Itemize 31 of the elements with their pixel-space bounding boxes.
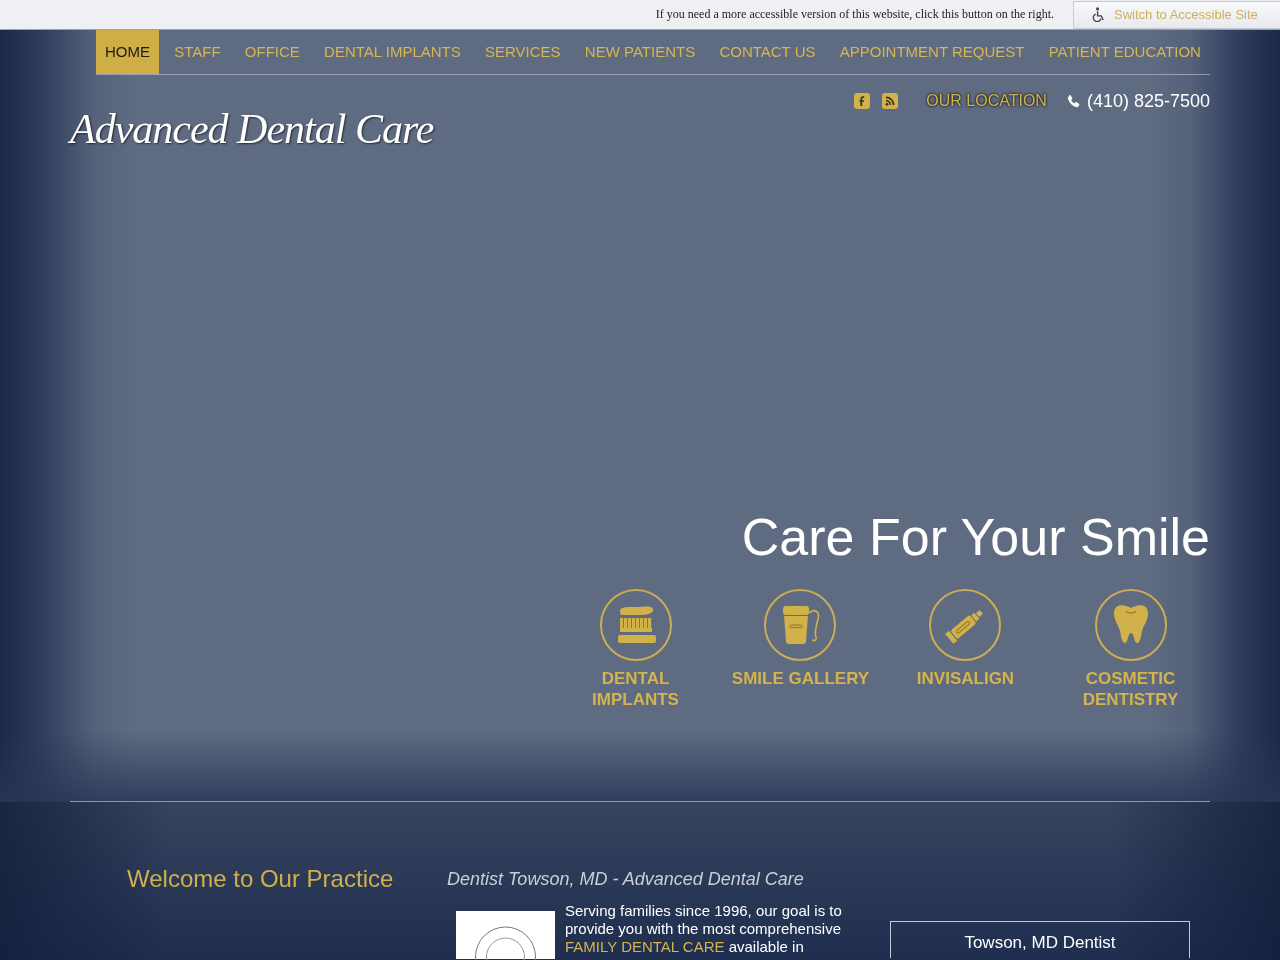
service-link[interactable]: DENTAL IMPLANTS xyxy=(560,589,711,710)
floss-container-icon xyxy=(764,589,837,661)
tooth-icon xyxy=(1094,589,1167,661)
nav-link[interactable]: STAFF xyxy=(165,30,230,74)
service-link[interactable]: COSMETIC DENTISTRY xyxy=(1055,589,1206,710)
nav-link[interactable]: APPOINTMENT REQUEST xyxy=(830,30,1034,74)
welcome-subheading: Dentist Towson, MD - Advanced Dental Care xyxy=(447,868,804,891)
phone-link[interactable]: (410) 825-7500 xyxy=(1065,90,1210,112)
toothpaste-tube-icon xyxy=(929,589,1002,661)
hero-title: Care For Your Smile xyxy=(741,508,1210,566)
panel-title: Towson, MD Dentist xyxy=(964,933,1116,953)
accessible-site-button[interactable]: Switch to Accessible Site xyxy=(1073,0,1280,29)
nav-link[interactable]: PATIENT EDUCATION xyxy=(1039,30,1210,74)
facebook-icon[interactable] xyxy=(854,93,871,109)
location-link[interactable]: OUR LOCATION xyxy=(926,92,1047,110)
welcome-heading: Welcome to Our Practice xyxy=(126,866,394,892)
nav-link[interactable]: HOME xyxy=(96,30,159,74)
nav-link[interactable]: SERVICES xyxy=(476,30,570,74)
service-link[interactable]: SMILE GALLERY xyxy=(731,589,870,710)
family-dental-care-link[interactable]: FAMILY DENTAL CARE xyxy=(565,938,725,955)
phone-icon xyxy=(1065,93,1081,109)
nav-link[interactable]: CONTACT US xyxy=(710,30,825,74)
nav-link[interactable]: OFFICE xyxy=(235,30,309,74)
rss-icon[interactable] xyxy=(882,93,899,109)
intro-paragraph: Serving families since 1996, our goal is to provide you with the most comprehensive FAMILY DENTAL CARE available in xyxy=(565,902,843,956)
service-link[interactable]: INVISALIGN xyxy=(916,589,1015,710)
nav-link[interactable]: NEW PATIENTS xyxy=(575,30,705,74)
wheelchair-icon xyxy=(1092,7,1105,22)
toothbrush-icon xyxy=(599,589,672,661)
nav-link[interactable]: DENTAL IMPLANTS xyxy=(315,30,470,74)
accessibility-notice: If you need a more accessible version of this website, click this button on the right. xyxy=(655,7,1054,22)
